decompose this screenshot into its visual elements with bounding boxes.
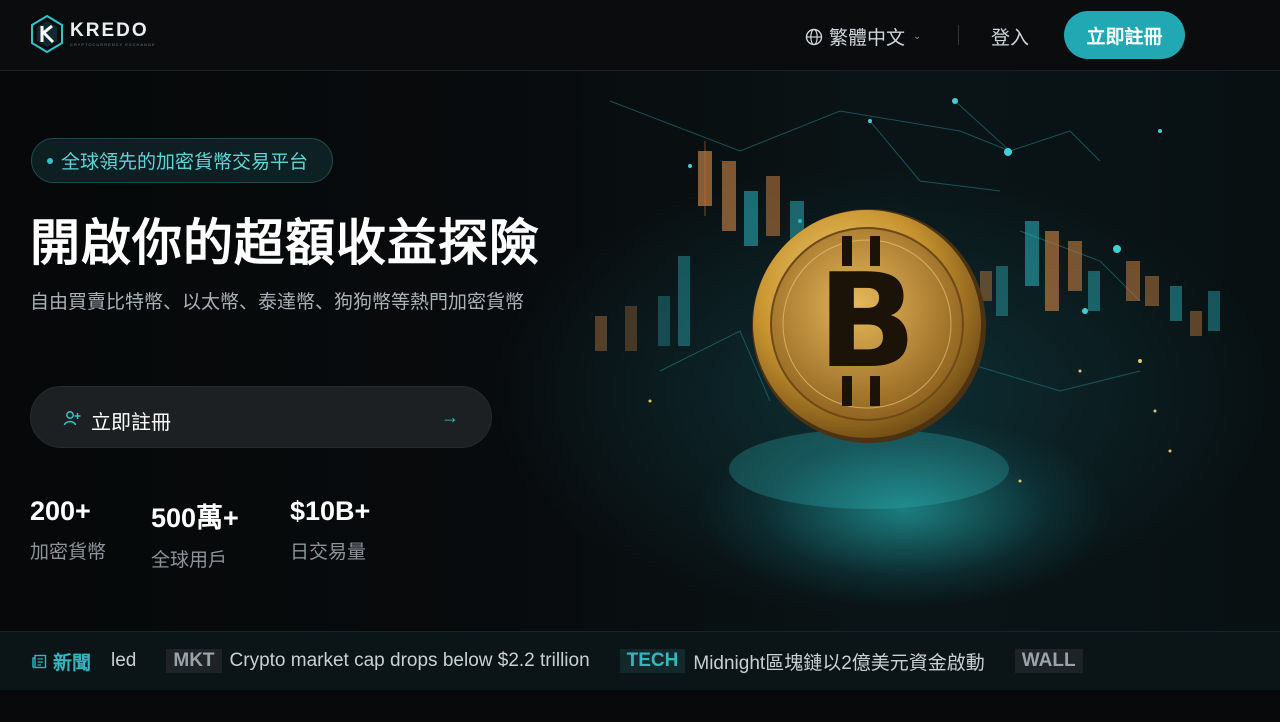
signup-button[interactable]: 立即註冊	[1064, 11, 1185, 59]
ticker-tag-wall: WALL	[1014, 649, 1083, 673]
bitcoin-hero-illustration: B	[595, 98, 1220, 509]
logo-tagline: CRYPTOCURRENCY EXCHANGE	[70, 42, 156, 47]
stat-value: $10B+	[290, 496, 371, 526]
stat-cryptocurrencies: 200+ 加密貨幣	[30, 496, 106, 564]
ticker-item-text[interactable]: Crypto market cap drops below $2.2 trill…	[230, 650, 590, 672]
newspaper-icon	[32, 654, 47, 669]
logo-wordmark: KREDO	[70, 20, 149, 41]
hero-title: 開啟你的超額收益探險	[30, 215, 540, 271]
ticker-item-text[interactable]: led	[111, 650, 136, 672]
stat-global-users: 500萬+ 全球用戶	[151, 496, 239, 572]
login-link[interactable]: 登入	[991, 23, 1029, 50]
stat-label: 加密貨幣	[30, 542, 107, 563]
globe-icon	[805, 28, 823, 45]
bitcoin-coin: B	[729, 209, 1009, 509]
top-navbar: KREDO CRYPTOCURRENCY EXCHANGE 繁體中文 ⌄ 登入 …	[0, 0, 1280, 71]
page-bottom	[0, 690, 1280, 722]
stat-value: 200+	[30, 496, 91, 526]
svg-text:B: B	[817, 245, 916, 397]
stat-value: 500萬+	[151, 503, 239, 533]
ticker-tag-mkt: MKT	[166, 649, 222, 673]
news-ticker: 新聞 led MKT Crypto market cap drops below…	[0, 631, 1280, 691]
stat-label: 全球用戶	[151, 550, 228, 571]
language-selector[interactable]: 繁體中文 ⌄	[805, 23, 921, 50]
hero-badge: 全球領先的加密貨幣交易平台	[31, 138, 333, 183]
arrow-right-icon: →	[441, 407, 459, 427]
hero-signup-button[interactable]: 立即註冊 →	[30, 386, 492, 448]
ticker-tag-tech: TECH	[619, 649, 686, 673]
hero-subtitle: 自由買賣比特幣、以太幣、泰達幣、狗狗幣等熱門加密貨幣	[30, 292, 525, 313]
kredo-logo[interactable]: KREDO CRYPTOCURRENCY EXCHANGE	[30, 14, 156, 54]
hero-signup-label: 立即註冊	[91, 412, 171, 434]
ticker-item-text[interactable]: Midnight區塊鏈以2億美元資金啟動	[693, 648, 984, 675]
stat-daily-volume: $10B+ 日交易量	[290, 496, 370, 564]
hero-section: B 全球領先的加密貨幣交易平台 開啟你的超額收益探險 自由買賣比特幣、以太幣、泰…	[0, 71, 1280, 631]
badge-text: 全球領先的加密貨幣交易平台	[61, 152, 309, 173]
stat-label: 日交易量	[290, 542, 367, 563]
language-label: 繁體中文	[829, 28, 906, 49]
nav-divider	[958, 25, 959, 45]
chevron-down-icon: ⌄	[913, 31, 922, 42]
kredo-logo-icon	[31, 14, 63, 54]
badge-dot-icon	[47, 157, 53, 164]
news-label: 新聞	[53, 652, 92, 674]
user-plus-icon	[63, 411, 81, 426]
